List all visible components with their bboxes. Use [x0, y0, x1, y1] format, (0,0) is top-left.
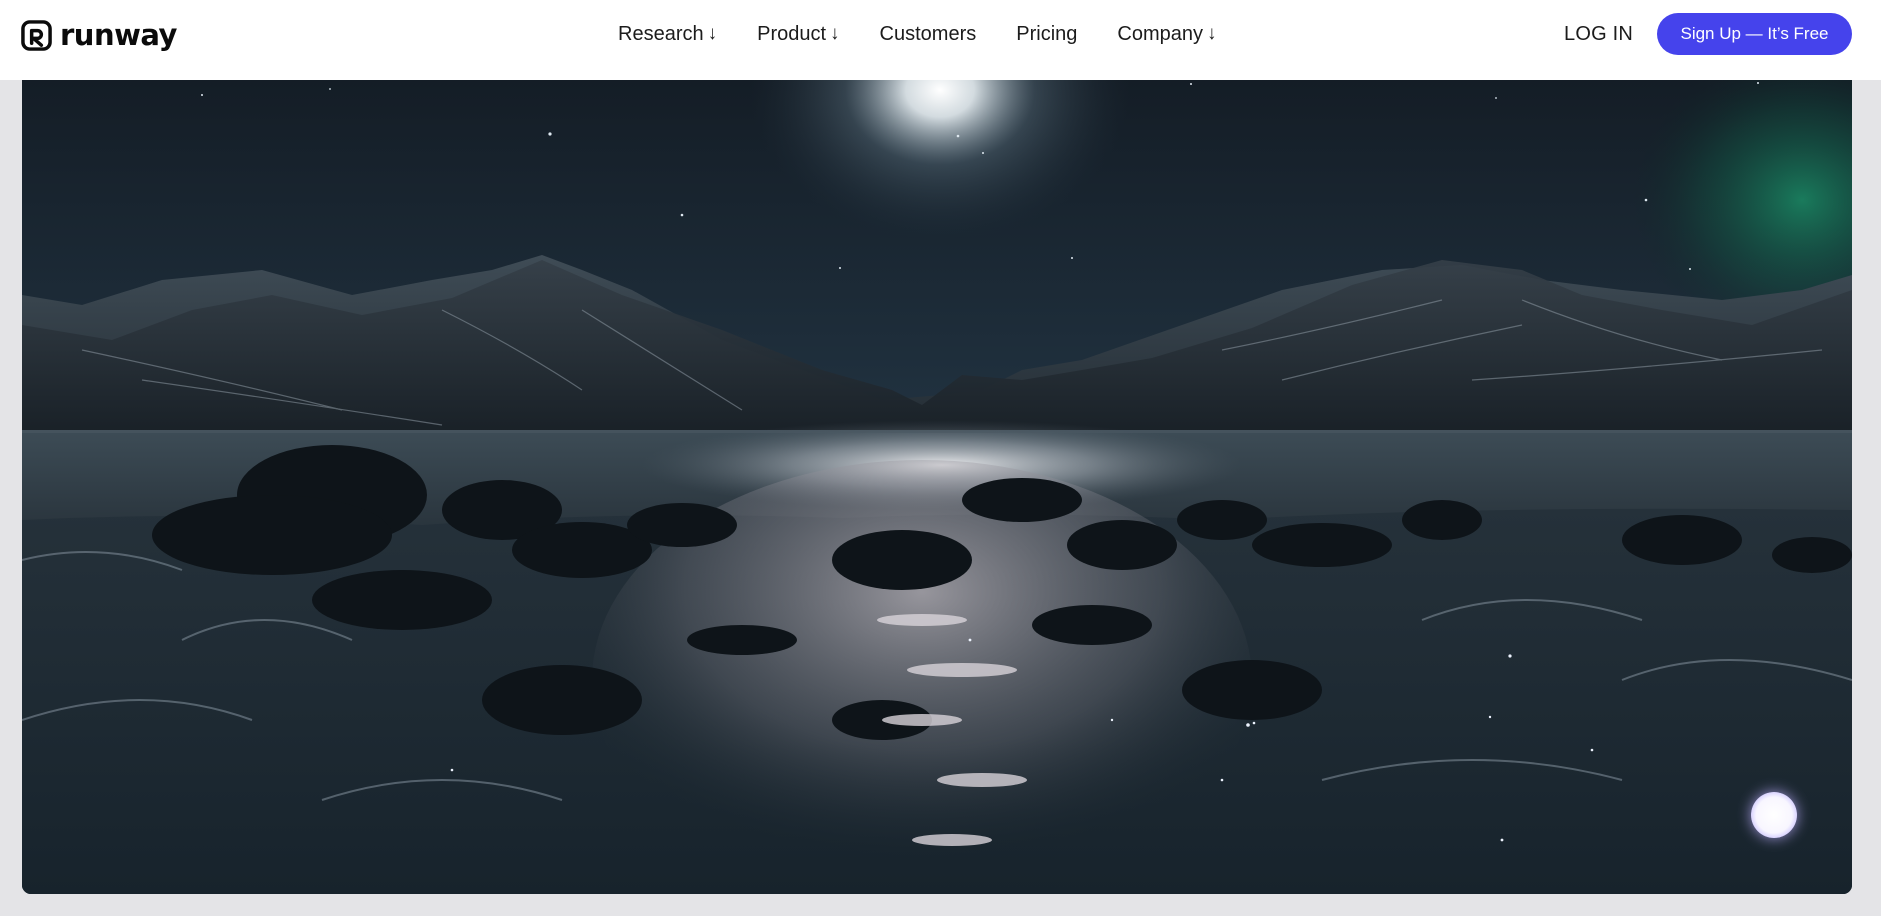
- brand-name: runway: [60, 18, 177, 52]
- arrow-down-icon: ↓: [1207, 23, 1217, 44]
- nav-customers-label: Customers: [879, 23, 977, 45]
- login-link[interactable]: LOG IN: [1564, 22, 1633, 46]
- hero-video[interactable]: [22, 80, 1852, 894]
- top-navbar: runway Research ↓ Product ↓ Customers Pr…: [0, 0, 1881, 80]
- nav-customers[interactable]: Customers: [880, 22, 977, 46]
- signup-button[interactable]: Sign Up — It’s Free: [1657, 13, 1852, 55]
- nav-research[interactable]: Research ↓: [618, 22, 717, 46]
- nav-product[interactable]: Product ↓: [757, 22, 839, 46]
- nav-company[interactable]: Company ↓: [1117, 22, 1216, 46]
- arrow-down-icon: ↓: [707, 23, 718, 44]
- nav-research-label: Research: [618, 23, 704, 45]
- nav-pricing-label: Pricing: [1016, 23, 1078, 45]
- nav-pricing[interactable]: Pricing: [1016, 22, 1077, 46]
- nav-company-label: Company: [1117, 23, 1203, 45]
- arrow-down-icon: ↓: [830, 23, 840, 44]
- nav-product-label: Product: [757, 23, 827, 45]
- runway-logo-icon: [21, 19, 52, 51]
- brand-logo[interactable]: runway: [21, 18, 177, 52]
- hero-night-landscape-image: [22, 80, 1852, 894]
- chat-bubble-icon[interactable]: [1751, 792, 1797, 838]
- main-nav: Research ↓ Product ↓ Customers Pricing C…: [618, 22, 1217, 46]
